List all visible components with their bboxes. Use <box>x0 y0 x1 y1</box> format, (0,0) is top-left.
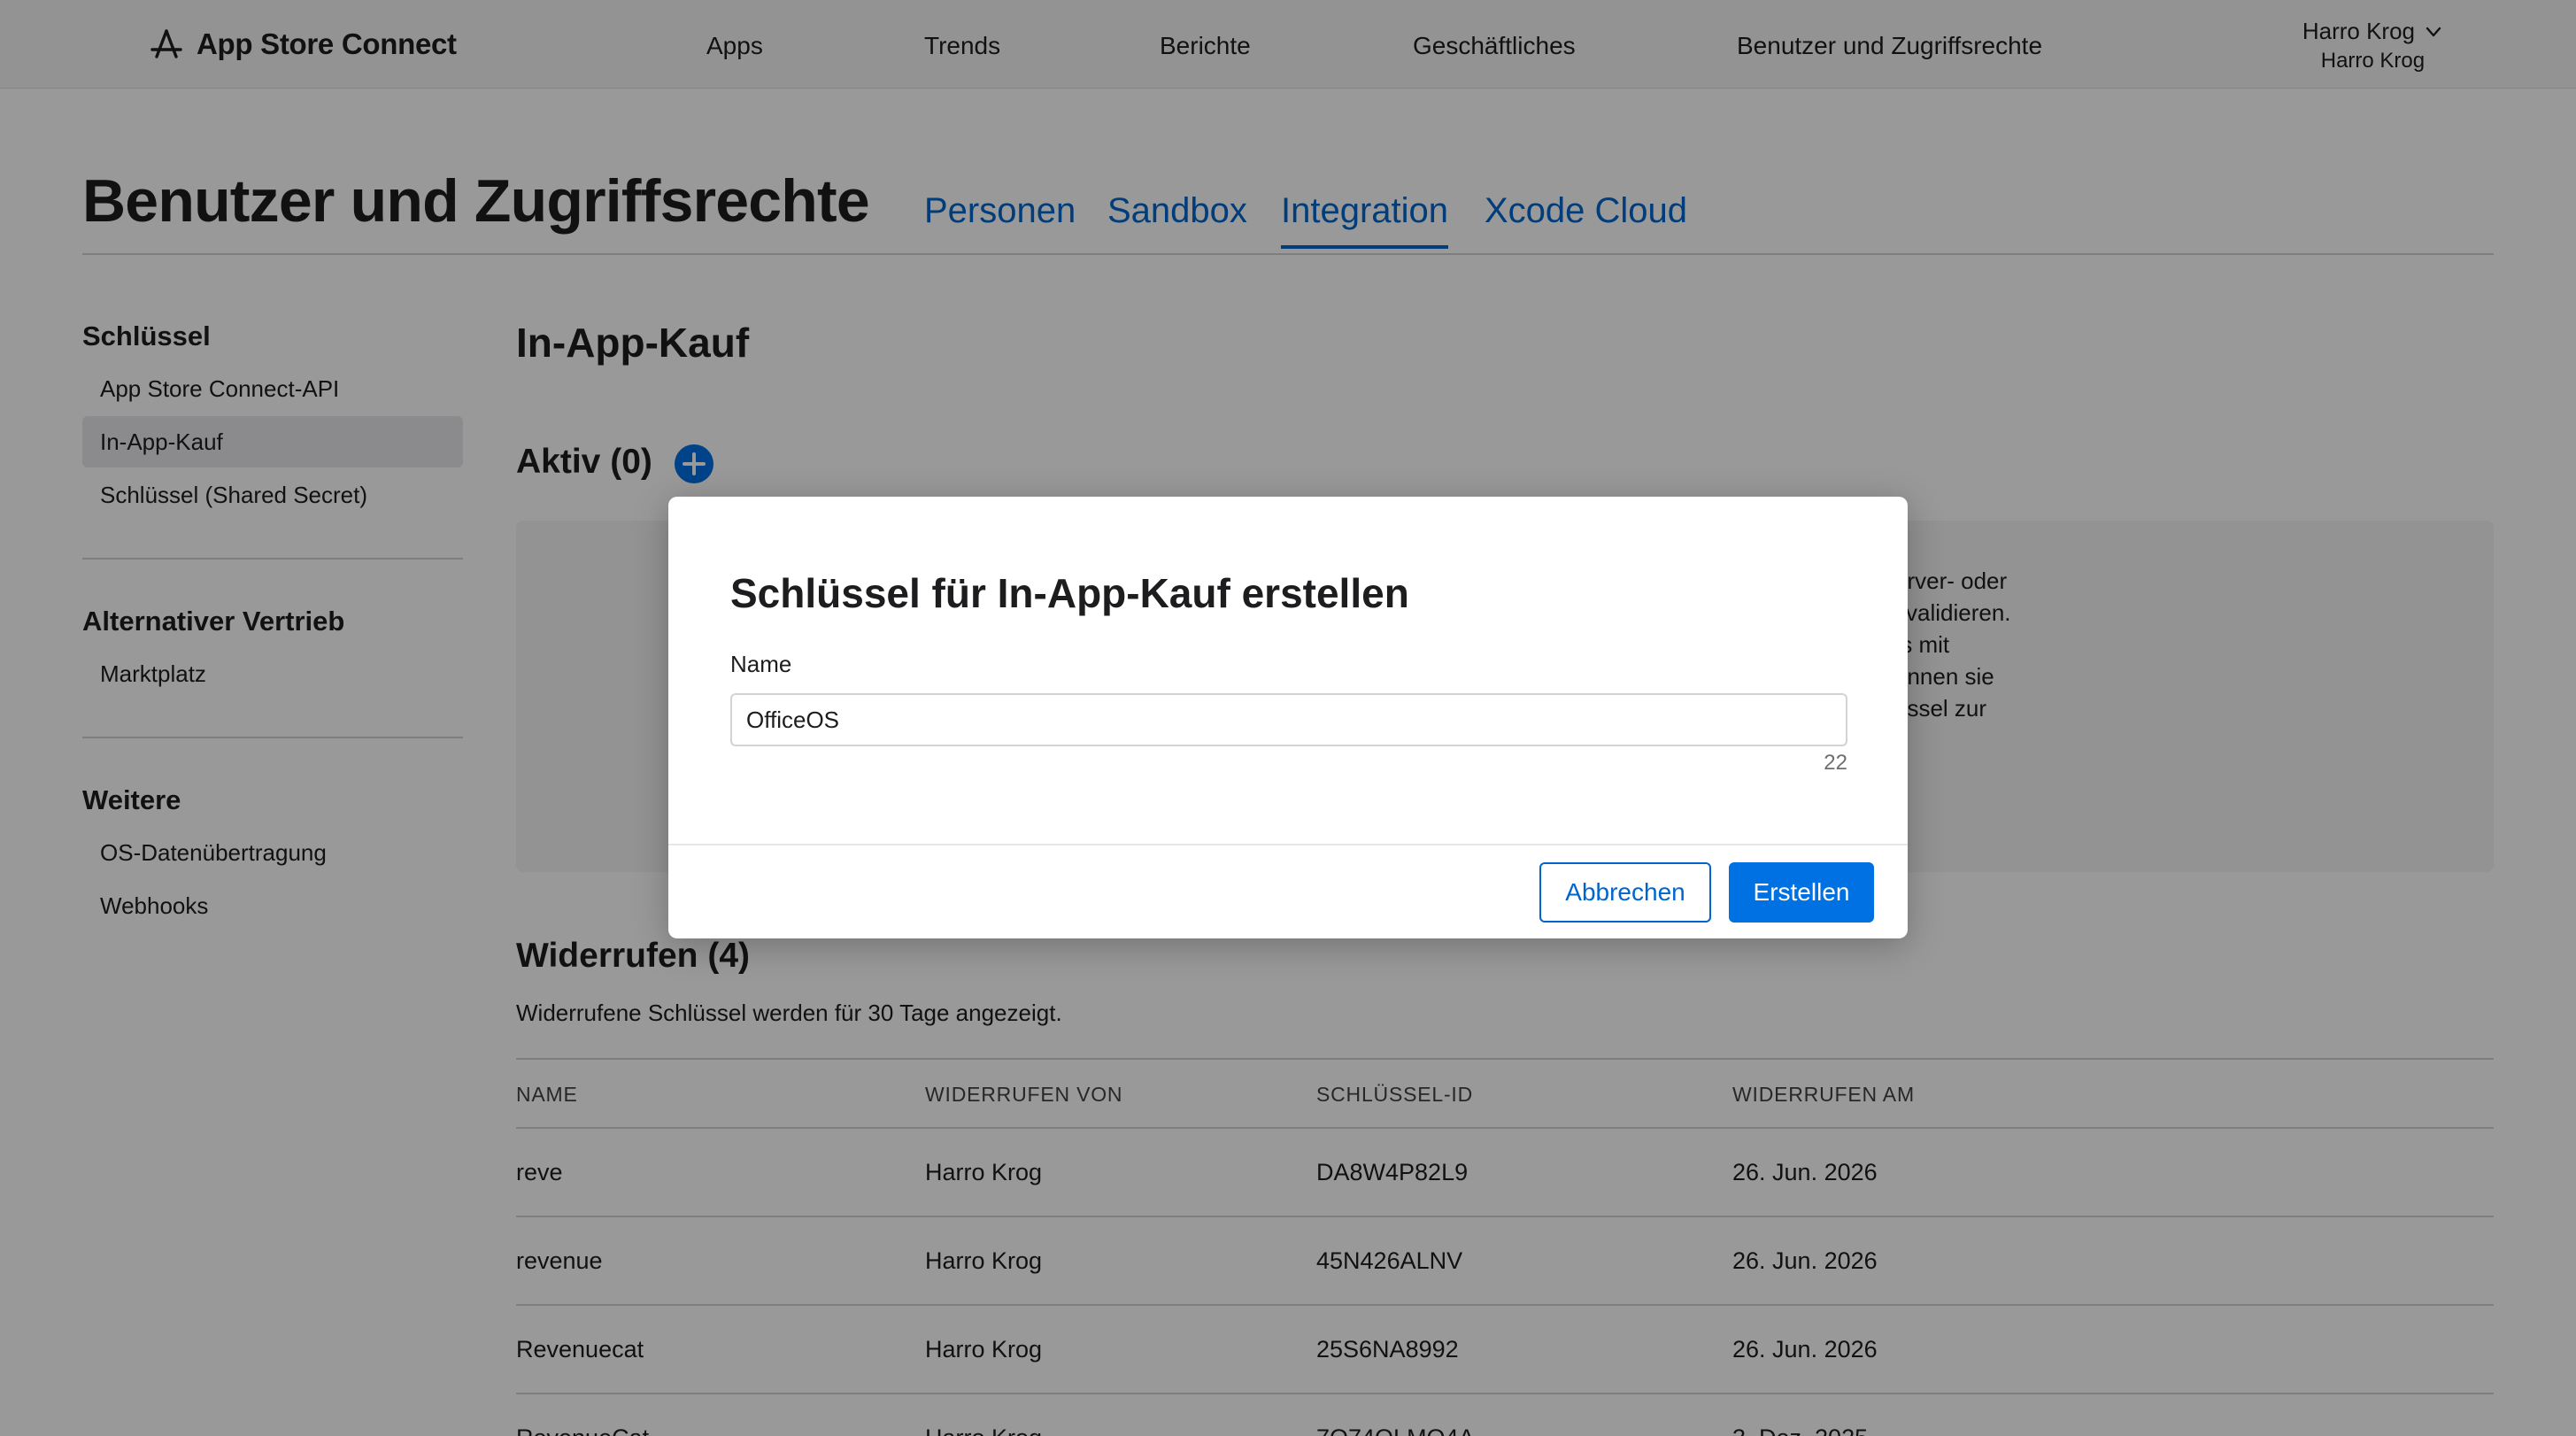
create-button[interactable]: Erstellen <box>1729 862 1874 923</box>
dialog-title: Schlüssel für In-App-Kauf erstellen <box>730 570 1409 616</box>
name-input[interactable] <box>730 693 1847 746</box>
cancel-button[interactable]: Abbrechen <box>1539 862 1711 923</box>
dialog-footer-divider <box>668 844 1908 845</box>
character-counter: 22 <box>1824 751 1847 775</box>
name-field-label: Name <box>730 651 792 677</box>
create-key-dialog: Schlüssel für In-App-Kauf erstellen Name… <box>668 497 1908 938</box>
app-root: App Store Connect Apps Trends Berichte G… <box>0 0 2576 1436</box>
